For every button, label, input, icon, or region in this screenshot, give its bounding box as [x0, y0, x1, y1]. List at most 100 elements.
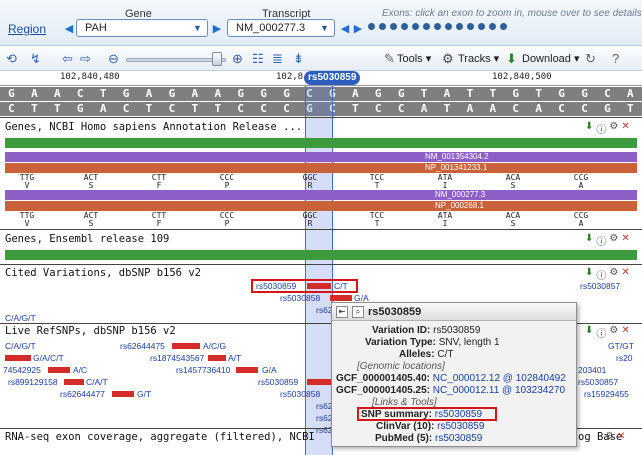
snp-summary-link[interactable]: rs5030859	[435, 409, 482, 420]
variant-marker[interactable]	[5, 355, 31, 361]
track-controls[interactable]: ⬇ ⓘ ⚙ ✕	[585, 267, 630, 282]
selected-variant-badge[interactable]: rs5030859	[304, 71, 361, 85]
pan-left-icon[interactable]: ⇦	[62, 51, 73, 67]
variant-label[interactable]: rs899129158	[8, 377, 58, 387]
exon-dot[interactable]	[456, 23, 463, 30]
variant-label[interactable]: rs5030859	[256, 281, 296, 291]
track-controls[interactable]: ⚙ ✕	[605, 431, 625, 442]
refresh-icon[interactable]: ⟲	[6, 51, 17, 67]
exon-dot[interactable]	[434, 23, 441, 30]
info-icon[interactable]: ⓘ	[596, 121, 606, 136]
ensembl-gene-bar[interactable]	[5, 250, 637, 260]
help-icon[interactable]: ?	[612, 51, 619, 66]
variant-marker[interactable]	[330, 295, 352, 301]
variant-label[interactable]: rs5030857	[578, 377, 618, 387]
exon-dot[interactable]	[500, 23, 507, 30]
variant-label[interactable]: rs1874543567	[150, 353, 204, 363]
exon-dot[interactable]	[445, 23, 452, 30]
gear-icon[interactable]: ⚙	[609, 267, 618, 282]
variant-marker[interactable]	[64, 379, 84, 385]
zoom-in-icon[interactable]: ⊕	[232, 51, 243, 67]
zoom-out-icon[interactable]: ⊖	[108, 51, 119, 67]
info-icon[interactable]: ⓘ	[596, 267, 606, 282]
clinvar-link[interactable]: rs5030859	[437, 421, 484, 432]
variant-marker[interactable]	[208, 355, 226, 361]
variant-label[interactable]: rs62644475	[120, 341, 165, 351]
variant-label[interactable]: rs15929455	[584, 389, 629, 399]
variant-label[interactable]: rs1457736410	[176, 365, 230, 375]
gene-next-icon[interactable]: ▶	[210, 19, 224, 37]
exon-dot[interactable]	[423, 23, 430, 30]
variant-marker[interactable]	[112, 391, 134, 397]
close-icon[interactable]: ✕	[621, 325, 629, 340]
variant-marker[interactable]	[172, 343, 200, 349]
tools-button[interactable]: Tools ▾	[397, 52, 431, 65]
variant-marker[interactable]	[48, 367, 70, 373]
exon-dot[interactable]	[478, 23, 485, 30]
pin-icon[interactable]: ⇤	[336, 305, 348, 318]
variant-label[interactable]: rs62644477	[60, 389, 105, 399]
exon-dot[interactable]	[467, 23, 474, 30]
variant-label[interactable]: rs5030857	[580, 281, 620, 291]
align-icon[interactable]: ⇟	[293, 51, 304, 67]
close-icon[interactable]: ✕	[621, 267, 629, 282]
track-controls[interactable]: ⬇ ⓘ ⚙ ✕	[585, 325, 630, 340]
protein-bar-np000268[interactable]: NP_000268.1	[5, 201, 637, 211]
variant-label[interactable]: 203401	[578, 365, 606, 375]
pan-right-icon[interactable]: ⇨	[80, 51, 91, 67]
region-link[interactable]: Region	[8, 22, 46, 36]
gear-icon[interactable]: ⚙	[609, 233, 618, 248]
search-icon[interactable]: ⌕	[352, 305, 364, 318]
download-icon[interactable]: ⬇	[585, 121, 593, 136]
exon-dot[interactable]	[401, 23, 408, 30]
info-icon[interactable]: ⓘ	[596, 325, 606, 340]
transcript-select[interactable]: NM_000277.3 ▼	[227, 19, 335, 37]
location-link[interactable]: NC_000012.11 @ 103234270	[433, 385, 565, 396]
wrench-icon[interactable]: ✎	[384, 51, 395, 67]
info-icon[interactable]: ⓘ	[596, 233, 606, 248]
history-icon[interactable]: ↯	[30, 51, 41, 67]
variant-label[interactable]: 74542925	[3, 365, 41, 375]
transcript-bar-nm001354304[interactable]: NM_001354304.2	[5, 152, 637, 162]
variant-marker[interactable]	[236, 367, 258, 373]
variant-label[interactable]: rs20	[616, 353, 633, 363]
gear-icon[interactable]: ⚙	[442, 51, 454, 67]
track-controls[interactable]: ⬇ ⓘ ⚙ ✕	[585, 121, 630, 136]
transcript-prev-icon[interactable]: ◀	[338, 19, 352, 37]
transcript-bar-nm000277[interactable]: NM_000277.3	[5, 190, 637, 200]
variant-marker[interactable]	[307, 283, 331, 289]
gear-icon[interactable]: ⚙	[609, 121, 618, 136]
sequence-icon[interactable]: ☷	[252, 51, 264, 67]
download-icon[interactable]: ⬇	[585, 325, 593, 340]
exon-dot[interactable]	[390, 23, 397, 30]
track-controls[interactable]: ⬇ ⓘ ⚙ ✕	[585, 233, 630, 248]
zoom-slider[interactable]	[126, 58, 226, 62]
download-icon[interactable]: ⬇	[585, 233, 593, 248]
download-icon[interactable]: ⬇	[506, 51, 517, 67]
close-icon[interactable]: ✕	[617, 431, 625, 442]
exon-dot[interactable]	[412, 23, 419, 30]
protein-bar-np001341233[interactable]: NP_001341233.1	[5, 163, 637, 173]
exon-dot[interactable]	[489, 23, 496, 30]
transcript-next-icon[interactable]: ▶	[351, 19, 365, 37]
gene-prev-icon[interactable]: ◀	[62, 19, 76, 37]
location-link[interactable]: NC_000012.12 @ 102840492	[433, 373, 566, 384]
close-icon[interactable]: ✕	[621, 233, 629, 248]
gene-select[interactable]: PAH ▼	[76, 19, 208, 37]
tracks-button[interactable]: Tracks ▾	[458, 52, 499, 65]
variant-label[interactable]: rs5030859	[258, 377, 298, 387]
variant-marker[interactable]	[307, 379, 331, 385]
variant-label[interactable]: rs5030858	[280, 389, 320, 399]
pubmed-link[interactable]: rs5030859	[435, 433, 482, 444]
exon-dot[interactable]	[368, 23, 375, 30]
reload-icon[interactable]: ↻	[585, 51, 596, 67]
zoom-slider-handle[interactable]	[212, 52, 222, 66]
download-icon[interactable]: ⬇	[585, 267, 593, 282]
exon-dot[interactable]	[379, 23, 386, 30]
gene-bar[interactable]	[5, 138, 637, 148]
close-icon[interactable]: ✕	[621, 121, 629, 136]
download-button[interactable]: Download ▾	[522, 52, 580, 65]
gear-icon[interactable]: ⚙	[605, 431, 614, 442]
gear-icon[interactable]: ⚙	[609, 325, 618, 340]
legend-icon[interactable]: ≣	[272, 51, 283, 67]
